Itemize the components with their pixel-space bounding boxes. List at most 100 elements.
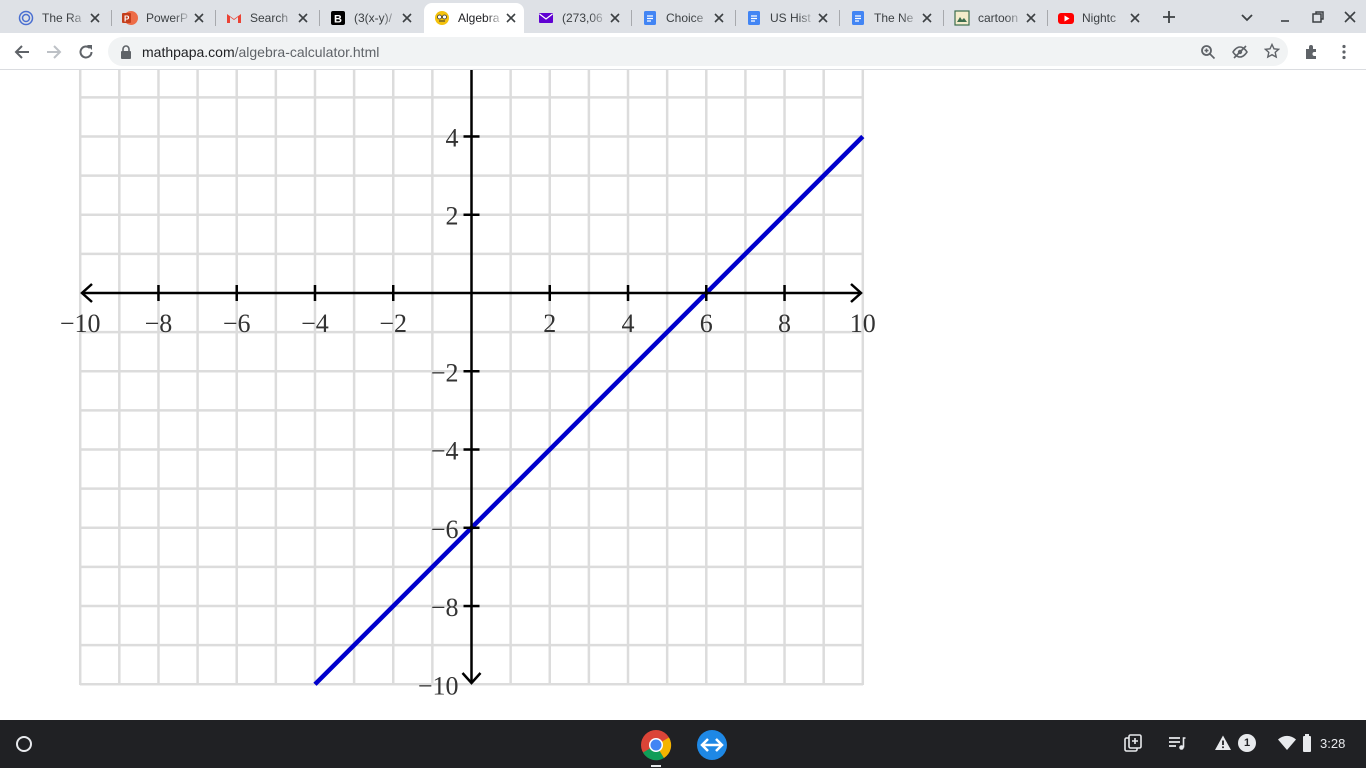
- browser-tab[interactable]: The Ne: [840, 3, 940, 33]
- tab-title: (273,06: [562, 11, 603, 25]
- extensions-button[interactable]: [1300, 40, 1324, 64]
- launcher-circle-icon: [16, 736, 32, 752]
- tab-close-icon[interactable]: [400, 11, 414, 25]
- gmail-icon: [226, 10, 242, 26]
- warning-status-button[interactable]: [1212, 732, 1234, 754]
- playlist-icon: [1169, 737, 1186, 750]
- chrome-app-button[interactable]: [638, 727, 674, 763]
- puzzle-icon: [1306, 45, 1316, 59]
- browser-tab[interactable]: Algebra: [424, 3, 524, 33]
- browser-tab[interactable]: cartoon: [944, 3, 1044, 33]
- url-domain: mathpapa.com: [142, 44, 235, 60]
- holding-space-button[interactable]: [1122, 732, 1144, 754]
- forward-button[interactable]: [42, 40, 66, 64]
- second-app-button[interactable]: [694, 727, 730, 763]
- tab-close-icon[interactable]: [920, 11, 934, 25]
- browser-tab[interactable]: Choice: [632, 3, 732, 33]
- tab-close-icon[interactable]: [296, 11, 310, 25]
- minimize-button[interactable]: [1276, 8, 1294, 26]
- tab-title: cartoon: [978, 11, 1019, 25]
- warning-icon: [1215, 735, 1231, 750]
- zoom-icon[interactable]: [1200, 44, 1216, 60]
- battery-status[interactable]: [1300, 732, 1314, 754]
- bookmark-star-icon[interactable]: [1264, 43, 1280, 59]
- tab-close-icon[interactable]: [1128, 11, 1142, 25]
- youtube-icon: [1058, 10, 1074, 26]
- browser-tab[interactable]: US Hist: [736, 3, 836, 33]
- x-tick-label: −10: [60, 309, 101, 338]
- tab-title: Algebra: [458, 11, 500, 25]
- browser-tab[interactable]: (273,06: [528, 3, 628, 33]
- tab-strip: The Ra P PowerP Search B (3(x-y)/ Algebra (273,…: [0, 0, 1366, 33]
- tab-close-icon[interactable]: [816, 11, 830, 25]
- browser-tab[interactable]: Nightc: [1048, 3, 1148, 33]
- restore-button[interactable]: [1309, 8, 1327, 26]
- plus-icon: [1161, 9, 1177, 25]
- svg-text:P: P: [124, 15, 130, 24]
- minimize-icon: [1277, 9, 1293, 25]
- reload-button[interactable]: [74, 40, 98, 64]
- browser-tab[interactable]: The Ra: [8, 3, 108, 33]
- chrome-icon: [641, 730, 672, 761]
- kebab-menu-icon: [1342, 44, 1346, 60]
- notification-count-badge[interactable]: 1: [1238, 734, 1256, 752]
- mathpapa-icon: [434, 10, 450, 26]
- tab-title: Search: [250, 11, 289, 25]
- forward-arrow-icon: [47, 45, 62, 59]
- close-icon: [1342, 9, 1358, 25]
- address-bar[interactable]: mathpapa.com/algebra-calculator.html: [108, 37, 1288, 66]
- browser-tab[interactable]: B (3(x-y)/: [320, 3, 420, 33]
- restore-icon: [1310, 9, 1326, 25]
- new-tab-button[interactable]: [1160, 8, 1178, 26]
- circle-logo-icon: [18, 10, 34, 26]
- tracking-protection-icon[interactable]: [1232, 44, 1248, 60]
- launcher-button[interactable]: [12, 732, 36, 756]
- tab-close-icon[interactable]: [192, 11, 206, 25]
- google-docs-icon: [642, 10, 658, 26]
- chevron-down-icon: [1239, 9, 1255, 25]
- x-tick-label: 4: [622, 309, 635, 338]
- browser-tab[interactable]: Search: [216, 3, 316, 33]
- x-tick-label: −4: [301, 309, 329, 338]
- y-tick-label: −10: [418, 671, 459, 700]
- y-tick-label: −4: [431, 437, 459, 466]
- tab-close-icon[interactable]: [1024, 11, 1038, 25]
- close-window-button[interactable]: [1341, 8, 1359, 26]
- back-button[interactable]: [10, 40, 34, 64]
- tab-close-icon[interactable]: [88, 11, 102, 25]
- blue-app-icon: [697, 730, 727, 760]
- tab-title: US Hist: [770, 11, 811, 25]
- chrome-running-indicator: [651, 765, 661, 767]
- browser-menu-button[interactable]: [1332, 40, 1356, 64]
- tab-close-icon[interactable]: [504, 11, 518, 25]
- x-tick-label: 10: [850, 309, 876, 338]
- system-shelf: 1 3:28: [0, 720, 1366, 768]
- tab-search-button[interactable]: [1238, 8, 1256, 26]
- x-tick-label: 8: [778, 309, 791, 338]
- media-controls-button[interactable]: [1166, 732, 1188, 754]
- google-docs-icon: [850, 10, 866, 26]
- back-arrow-icon: [14, 45, 29, 59]
- powerpoint-icon: P: [122, 10, 138, 26]
- browser-window: The Ra P PowerP Search B (3(x-y)/ Algebra (273,…: [0, 0, 1366, 720]
- x-tick-label: −6: [223, 309, 251, 338]
- tab-title: (3(x-y)/: [354, 11, 392, 25]
- tab-close-icon[interactable]: [608, 11, 622, 25]
- browser-toolbar: mathpapa.com/algebra-calculator.html: [0, 33, 1366, 70]
- tab-title: The Ra: [42, 11, 82, 25]
- y-tick-label: −6: [431, 515, 459, 544]
- system-clock[interactable]: 3:28: [1320, 736, 1345, 751]
- y-tick-label: −8: [431, 593, 459, 622]
- x-tick-label: −2: [379, 309, 407, 338]
- browser-tab[interactable]: P PowerP: [112, 3, 212, 33]
- x-tick-label: −8: [145, 309, 173, 338]
- wifi-icon: [1278, 735, 1296, 750]
- tab-title: Choice: [666, 11, 704, 25]
- page-content: −10 −8 −6 −4 −2 2 4 6 8 10 4 2 −2 −4 −6 −8 −10: [0, 70, 1366, 720]
- cartoon-site-icon: [954, 10, 970, 26]
- tab-title: PowerP: [146, 11, 189, 25]
- yahoo-mail-icon: [538, 10, 554, 26]
- tab-close-icon[interactable]: [712, 11, 726, 25]
- graph-canvas: −10 −8 −6 −4 −2 2 4 6 8 10 4 2 −2 −4 −6 −8 −10: [60, 70, 876, 700]
- wifi-status[interactable]: [1276, 732, 1298, 754]
